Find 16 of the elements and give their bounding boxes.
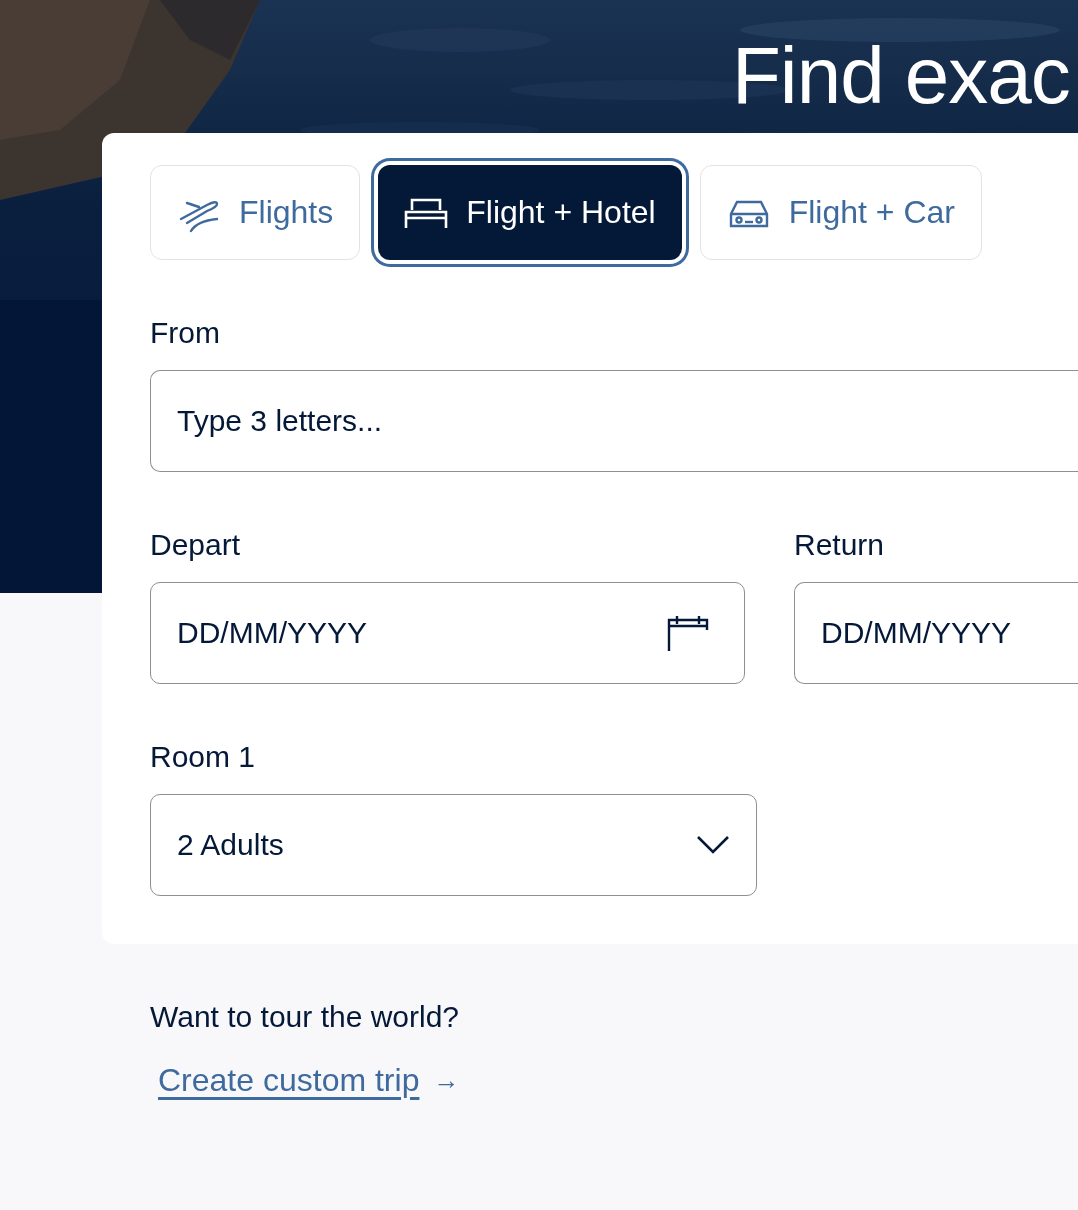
promo-text: Want to tour the world? — [150, 1000, 460, 1034]
tab[interactable]: Flight + Car — [699, 165, 982, 260]
field-label: Return — [794, 528, 885, 562]
calendar-icon — [667, 614, 709, 652]
room-select[interactable]: 2 Adults — [150, 794, 757, 896]
field-label: From — [150, 316, 220, 350]
from-field[interactable]: Type 3 letters... — [150, 370, 1078, 472]
custom-trip-link[interactable]: Create custom trip — [158, 1062, 420, 1099]
tab[interactable]: Flights — [150, 165, 361, 260]
field-label: Room 1 — [150, 740, 256, 774]
field-label: Depart — [150, 528, 241, 562]
arrow-icon: → — [433, 1065, 460, 1096]
page-heading: Find exac — [731, 30, 1071, 122]
date-field[interactable]: DD/MM/YYYY — [794, 582, 1078, 684]
chevron-down-icon — [696, 835, 730, 855]
date-field[interactable]: DD/MM/YYYY — [150, 582, 745, 684]
